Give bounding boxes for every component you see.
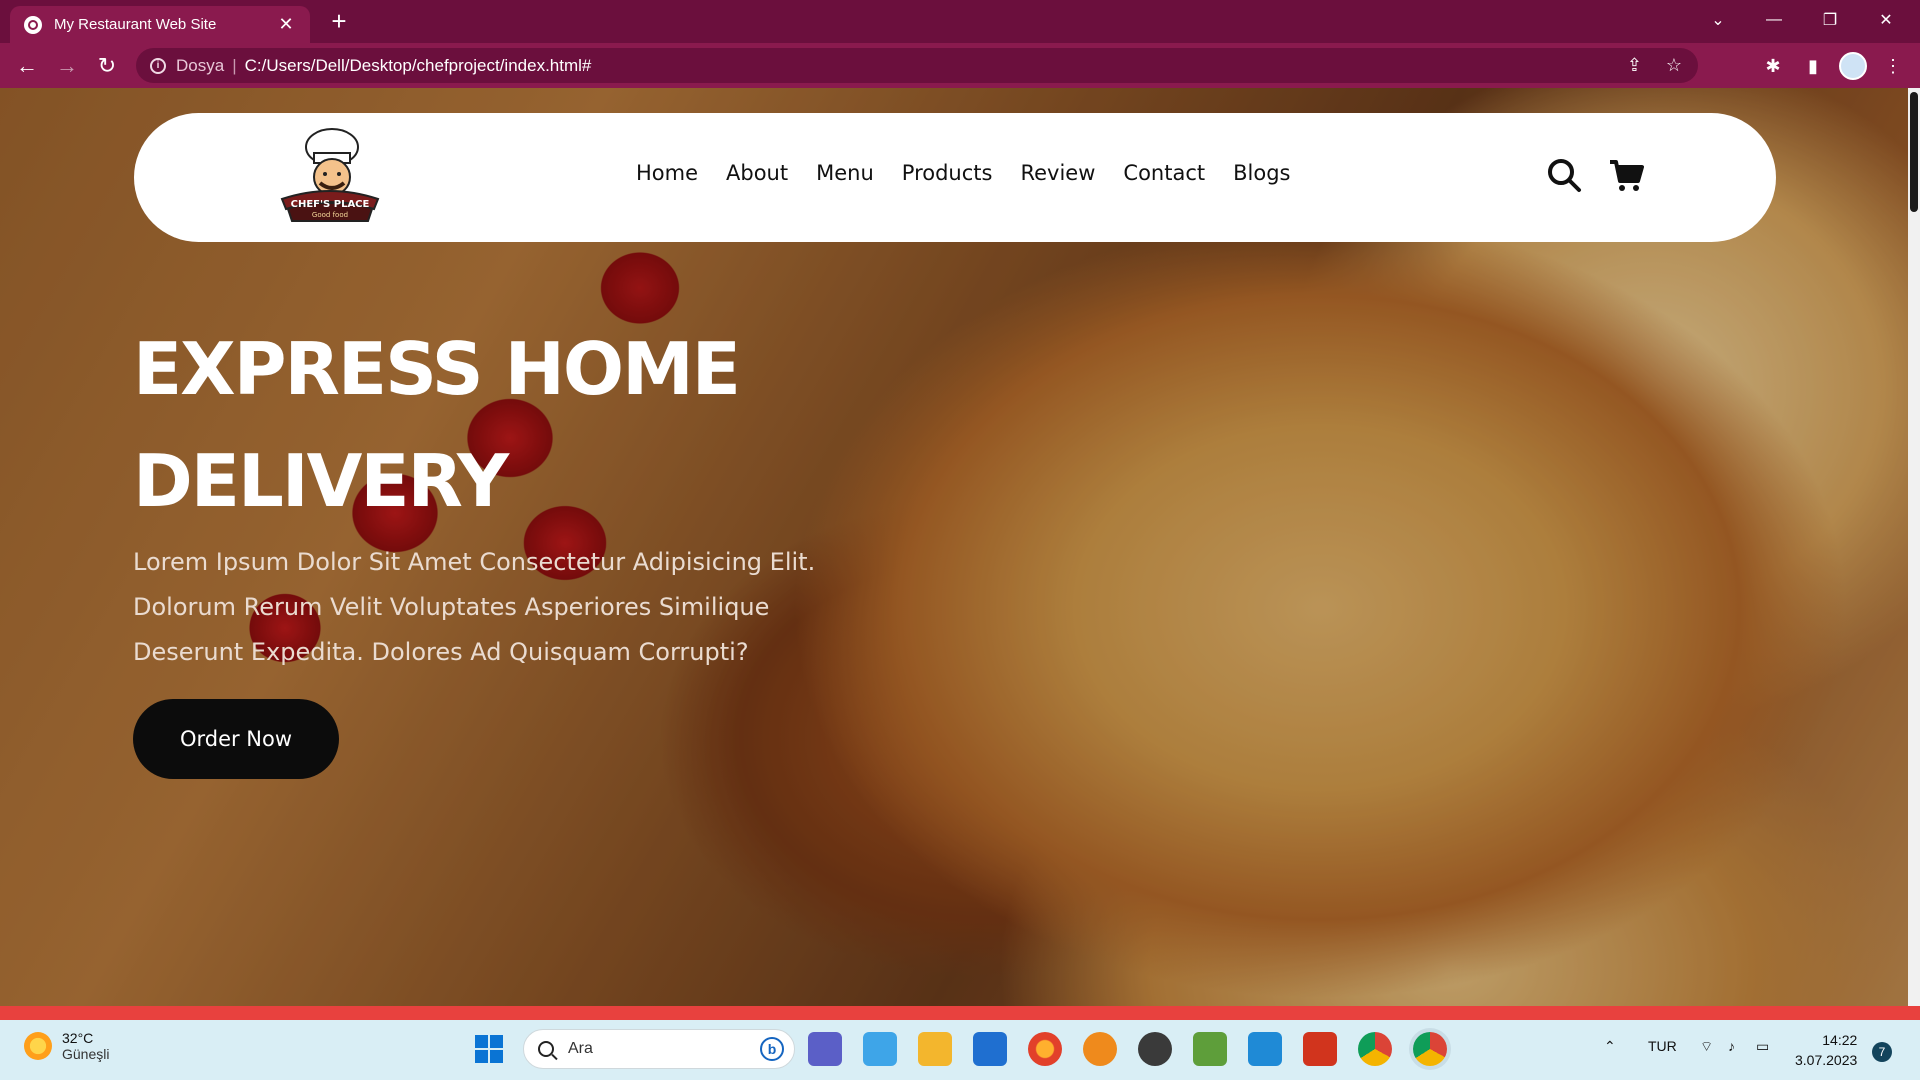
nav-products[interactable]: Products xyxy=(902,161,993,185)
nav-review[interactable]: Review xyxy=(1020,161,1095,185)
nav-blogs[interactable]: Blogs xyxy=(1233,161,1290,185)
scrollbar-thumb[interactable] xyxy=(1910,92,1918,212)
browser-tab-bar: My Restaurant Web Site ✕ + ⌄ — ❐ ✕ xyxy=(0,0,1920,43)
search-app-icon[interactable] xyxy=(1083,1032,1117,1066)
address-separator: | xyxy=(232,55,237,75)
language-indicator[interactable]: TUR xyxy=(1648,1038,1677,1054)
shopping-cart-icon[interactable] xyxy=(1608,157,1644,193)
logo-subtext: Good food xyxy=(312,211,348,219)
restore-button[interactable]: ❐ xyxy=(1802,0,1858,40)
tray-overflow-icon[interactable]: ⌃ xyxy=(1604,1038,1616,1055)
hero-section: CHEF'S PLACE Good food Home About Menu P… xyxy=(0,88,1908,1006)
teams-icon[interactable] xyxy=(808,1032,842,1066)
back-button[interactable]: ← xyxy=(12,51,42,81)
chef-logo[interactable]: CHEF'S PLACE Good food xyxy=(278,125,382,229)
info-icon[interactable]: i xyxy=(150,57,166,74)
recorder-icon[interactable] xyxy=(1303,1032,1337,1066)
weather-temp: 32°C xyxy=(62,1030,94,1046)
file-explorer-icon[interactable] xyxy=(918,1032,952,1066)
weather-desc: Güneşli xyxy=(62,1046,110,1062)
notification-badge[interactable]: 7 xyxy=(1872,1042,1892,1062)
search-icon[interactable] xyxy=(1546,157,1582,193)
profile-avatar[interactable] xyxy=(1838,51,1868,81)
vscode-icon[interactable] xyxy=(1248,1032,1282,1066)
menu-kebab-icon[interactable]: ⋮ xyxy=(1878,51,1908,81)
page-accent-strip xyxy=(0,1006,1920,1020)
clock-date: 3.07.2023 xyxy=(1795,1052,1858,1068)
tab-close-icon[interactable]: ✕ xyxy=(276,14,296,35)
taskbar-search-input[interactable]: Ara b xyxy=(523,1029,795,1069)
bookmark-star-icon[interactable]: ☆ xyxy=(1666,55,1682,76)
globe-icon xyxy=(24,15,42,34)
wifi-icon[interactable]: ⌔ xyxy=(1700,1038,1713,1056)
mail-icon[interactable] xyxy=(973,1032,1007,1066)
address-bar[interactable]: i Dosya | C:/Users/Dell/Desktop/chefproj… xyxy=(136,48,1698,83)
order-now-button[interactable]: Order Now xyxy=(133,699,339,779)
address-scheme: Dosya xyxy=(176,55,225,75)
weather-widget[interactable]: 32°C Güneşli xyxy=(24,1030,109,1062)
address-url: C:/Users/Dell/Desktop/chefproject/index.… xyxy=(244,55,592,75)
nav-contact[interactable]: Contact xyxy=(1123,161,1205,185)
chatgpt-icon[interactable] xyxy=(1138,1032,1172,1066)
logo-text: CHEF'S PLACE xyxy=(291,199,370,210)
browser-tab[interactable]: My Restaurant Web Site ✕ xyxy=(10,6,310,43)
main-nav: Home About Menu Products Review Contact … xyxy=(636,161,1318,185)
taskbar-search-placeholder: Ara xyxy=(568,1040,593,1057)
forward-button[interactable]: → xyxy=(52,51,82,81)
chrome-icon[interactable] xyxy=(1358,1032,1392,1066)
nav-home[interactable]: Home xyxy=(636,161,698,185)
hero-description: Lorem Ipsum Dolor Sit Amet Consectetur A… xyxy=(133,548,816,666)
chrome-profile-icon[interactable] xyxy=(1413,1032,1447,1066)
tab-title: My Restaurant Web Site xyxy=(54,16,217,33)
firefox-icon[interactable] xyxy=(1028,1032,1062,1066)
side-panel-icon[interactable]: ▮ xyxy=(1798,51,1828,81)
sun-icon xyxy=(24,1032,52,1060)
page-scrollbar[interactable] xyxy=(1908,88,1920,1006)
nav-menu[interactable]: Menu xyxy=(816,161,874,185)
windows-start-icon[interactable] xyxy=(472,1032,506,1066)
share-icon[interactable]: ⇪ xyxy=(1627,55,1642,76)
search-icon xyxy=(538,1041,554,1057)
notepad-icon[interactable] xyxy=(1193,1032,1227,1066)
browser-toolbar: ← → ↻ i Dosya | C:/Users/Dell/Desktop/ch… xyxy=(0,43,1920,88)
taskbar-clock[interactable]: 14:22 3.07.2023 xyxy=(1795,1030,1857,1070)
clock-time: 14:22 xyxy=(1822,1032,1858,1048)
hero-title: EXPRESS HOME DELIVERY xyxy=(133,327,741,523)
site-header: CHEF'S PLACE Good food Home About Menu P… xyxy=(134,113,1776,242)
minimize-button[interactable]: — xyxy=(1746,0,1802,40)
header-actions xyxy=(1546,157,1644,193)
nav-about[interactable]: About xyxy=(726,161,788,185)
close-window-button[interactable]: ✕ xyxy=(1858,0,1914,40)
new-tab-button[interactable]: + xyxy=(326,8,352,34)
store-icon[interactable] xyxy=(863,1032,897,1066)
battery-icon[interactable]: ▭ xyxy=(1756,1038,1769,1055)
bing-icon[interactable]: b xyxy=(760,1037,784,1061)
extensions-icon[interactable]: ✱ xyxy=(1758,51,1788,81)
reload-button[interactable]: ↻ xyxy=(92,51,122,81)
taskbar: 32°C Güneşli Ara b ⌃ TUR ⌔ ♪ ▭ 14:22 3.0… xyxy=(0,1020,1920,1080)
volume-icon[interactable]: ♪ xyxy=(1728,1038,1735,1054)
tab-search-icon[interactable]: ⌄ xyxy=(1690,0,1746,40)
